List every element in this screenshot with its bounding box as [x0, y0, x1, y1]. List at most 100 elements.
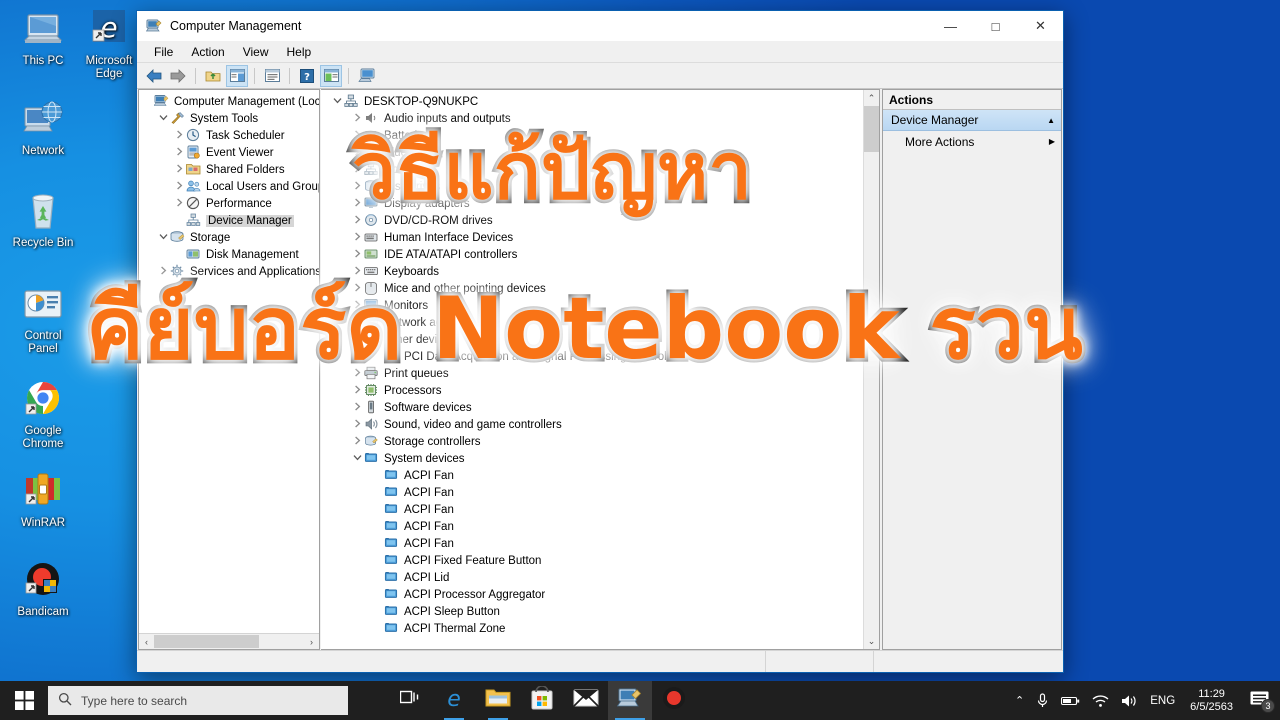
tree-item[interactable]: Shared Folders: [139, 161, 319, 178]
desktop-icon-bandicam[interactable]: Bandicam: [6, 559, 80, 619]
minimize-button[interactable]: —: [928, 11, 973, 41]
taskbar-file-explorer[interactable]: [476, 681, 520, 720]
hscroll-thumb[interactable]: [154, 635, 259, 648]
vscroll-thumb[interactable]: [864, 106, 879, 152]
clock[interactable]: 11:29 6/5/2563: [1181, 688, 1242, 714]
wifi-icon[interactable]: [1086, 681, 1115, 720]
show-hide-console-tree-icon[interactable]: [226, 64, 248, 87]
chevron-right-icon[interactable]: [173, 181, 186, 192]
taskbar-bandicam[interactable]: [652, 681, 696, 720]
action-label: More Actions: [905, 134, 975, 149]
tree-item[interactable]: DESKTOP-Q9NUKPC: [321, 93, 863, 110]
action-more-actions[interactable]: More Actions ▶: [883, 131, 1061, 152]
taskbar-microsoft-edge[interactable]: e: [432, 681, 476, 720]
scan-for-hardware-changes-icon[interactable]: [355, 65, 377, 87]
tree-item[interactable]: Storage controllers: [321, 433, 863, 450]
menu-help[interactable]: Help: [278, 43, 321, 61]
tree-item[interactable]: Local Users and Groups: [139, 178, 319, 195]
tree-item[interactable]: Event Viewer: [139, 144, 319, 161]
desktop-icon-this-pc[interactable]: This PC: [6, 8, 80, 68]
desktop-icon-control-panel[interactable]: Control Panel: [6, 283, 80, 356]
vscroll-up-arrow[interactable]: ⌃: [864, 90, 879, 106]
chevron-right-icon[interactable]: [351, 402, 364, 413]
desktop-icon-recycle-bin[interactable]: Recycle Bin: [6, 190, 80, 250]
chevron-right-icon[interactable]: [173, 198, 186, 209]
show-hidden-icons-button[interactable]: ⌃: [1009, 681, 1030, 720]
menu-file[interactable]: File: [145, 43, 182, 61]
taskbar-computer-management[interactable]: [608, 681, 652, 720]
tree-item[interactable]: ACPI Fixed Feature Button: [321, 552, 863, 569]
forward-arrow-icon[interactable]: [167, 65, 189, 87]
taskbar: Type here to search e ⌃ ENG 11:29 6/5/25…: [0, 681, 1280, 720]
tree-item[interactable]: System Tools: [139, 110, 319, 127]
desktop-icon-winrar[interactable]: WinRAR: [6, 470, 80, 530]
action-center-button[interactable]: 3: [1242, 681, 1280, 720]
chevron-down-icon[interactable]: [157, 232, 170, 243]
microphone-icon[interactable]: [1030, 681, 1055, 720]
desktop-icon-google-chrome[interactable]: Google Chrome: [6, 378, 80, 451]
show-hide-action-pane-icon[interactable]: [320, 64, 342, 87]
tree-item[interactable]: ACPI Lid: [321, 569, 863, 586]
tree-item[interactable]: ACPI Processor Aggregator: [321, 586, 863, 603]
microsoft-edge-icon: e: [441, 685, 467, 716]
chevron-right-icon[interactable]: [173, 164, 186, 175]
chevron-right-icon[interactable]: [173, 147, 186, 158]
tree-item-label: Computer Management (Local: [174, 95, 319, 108]
tree-item[interactable]: Sound, video and game controllers: [321, 416, 863, 433]
menu-action[interactable]: Action: [182, 43, 233, 61]
taskbar-mail[interactable]: [564, 681, 608, 720]
toolbar-separator: [254, 67, 255, 84]
chevron-right-icon[interactable]: [173, 130, 186, 141]
window-title: Computer Management: [170, 19, 302, 33]
tree-item[interactable]: Storage: [139, 229, 319, 246]
hscroll-left-arrow[interactable]: ‹: [139, 637, 154, 647]
chevron-down-icon[interactable]: [157, 113, 170, 124]
desktop-icon-network[interactable]: Network: [6, 98, 80, 158]
chevron-down-icon[interactable]: [351, 453, 364, 464]
taskbar-microsoft-store[interactable]: [520, 681, 564, 720]
tree-item[interactable]: System devices: [321, 450, 863, 467]
tree-item[interactable]: ACPI Fan: [321, 484, 863, 501]
chevron-down-icon[interactable]: [331, 96, 344, 107]
tree-item[interactable]: ACPI Thermal Zone: [321, 620, 863, 637]
vscroll-down-arrow[interactable]: ⌄: [864, 633, 879, 649]
tree-item[interactable]: ACPI Fan: [321, 501, 863, 518]
search-input[interactable]: Type here to search: [48, 686, 348, 715]
chevron-right-icon[interactable]: [351, 232, 364, 243]
up-folder-icon[interactable]: [202, 65, 224, 87]
desktop-icon-microsoft-edge[interactable]: e Microsoft Edge: [72, 8, 146, 81]
window-titlebar[interactable]: Computer Management — □ ✕: [137, 11, 1063, 41]
speaker-icon[interactable]: [1115, 681, 1144, 720]
hscroll-right-arrow[interactable]: ›: [304, 637, 319, 647]
tree-item[interactable]: ACPI Fan: [321, 467, 863, 484]
chevron-right-icon[interactable]: [351, 419, 364, 430]
tree-item[interactable]: Performance: [139, 195, 319, 212]
tree-item[interactable]: Task Scheduler: [139, 127, 319, 144]
console-tree-hscrollbar[interactable]: ‹ ›: [139, 633, 319, 649]
tree-item[interactable]: Software devices: [321, 399, 863, 416]
overlay-caption-line-2: คีย์บอร์ด Notebook รวน: [83, 276, 1087, 383]
task-view-button[interactable]: [388, 681, 432, 720]
maximize-button[interactable]: □: [973, 11, 1018, 41]
properties-icon[interactable]: [261, 65, 283, 87]
hscroll-trough[interactable]: [154, 634, 304, 649]
language-indicator[interactable]: ENG: [1144, 681, 1181, 720]
start-button[interactable]: [0, 681, 48, 720]
menu-view[interactable]: View: [234, 43, 278, 61]
tree-item[interactable]: ACPI Fan: [321, 535, 863, 552]
system-tray: ⌃ ENG 11:29 6/5/2563 3: [1009, 681, 1280, 720]
close-button[interactable]: ✕: [1018, 11, 1063, 41]
chevron-up-icon[interactable]: ▲: [1047, 116, 1055, 125]
sound-icon: [364, 417, 380, 432]
actions-group-device-manager[interactable]: Device Manager ▲: [883, 110, 1061, 131]
tree-item[interactable]: ACPI Sleep Button: [321, 603, 863, 620]
chevron-right-icon[interactable]: ▶: [1049, 137, 1055, 146]
tree-item[interactable]: ACPI Fan: [321, 518, 863, 535]
system-device-icon: [364, 451, 380, 466]
tree-item[interactable]: Computer Management (Local: [139, 93, 319, 110]
tree-item[interactable]: Device Manager: [139, 212, 319, 229]
chevron-right-icon[interactable]: [351, 436, 364, 447]
help-icon[interactable]: ?: [296, 65, 318, 87]
back-arrow-icon[interactable]: [143, 65, 165, 87]
battery-icon[interactable]: [1055, 681, 1086, 720]
